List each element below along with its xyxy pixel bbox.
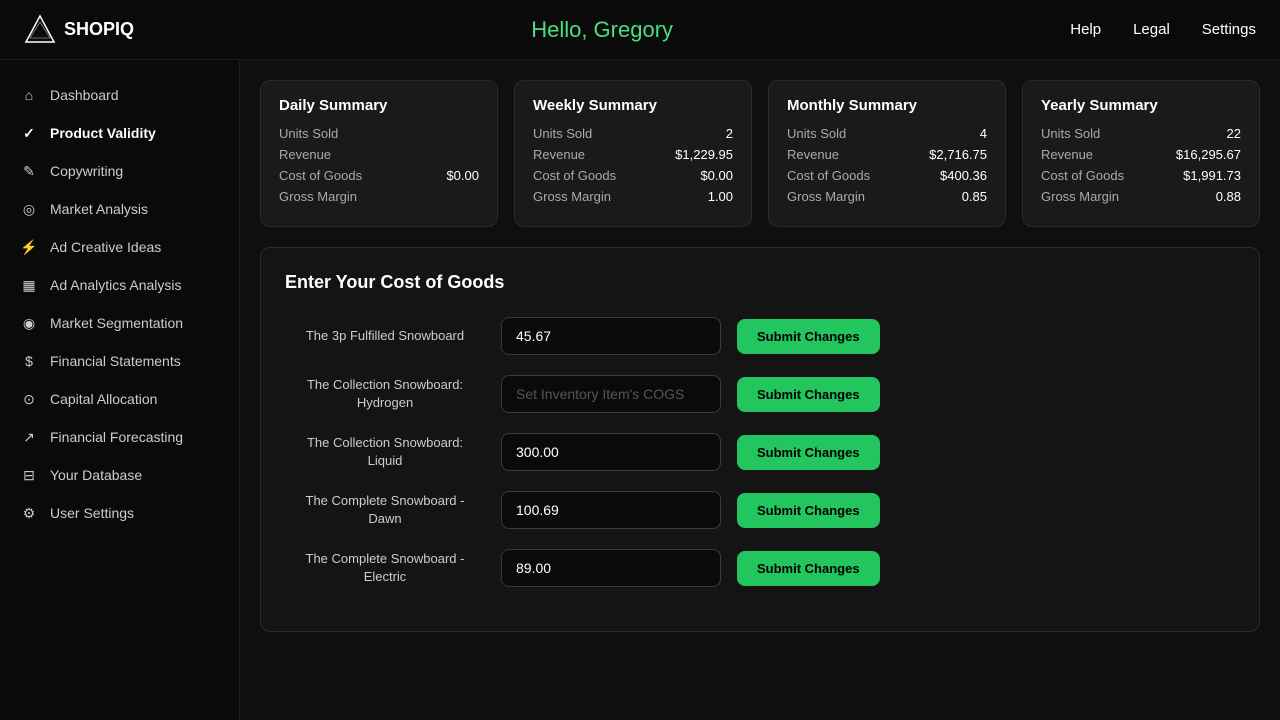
database-icon: ⊟ [20, 466, 38, 484]
sidebar-item-label: Dashboard [50, 87, 119, 103]
sidebar-item-label: Ad Analytics Analysis [50, 277, 182, 293]
sidebar-item-market-analysis[interactable]: ◎ Market Analysis [0, 190, 239, 228]
cog-row-electric: The Complete Snowboard -Electric Submit … [285, 549, 1235, 587]
logo-icon [24, 14, 56, 46]
cog-input-hydrogen[interactable] [501, 375, 721, 413]
cog-row-3p-fulfilled: The 3p Fulfilled Snowboard Submit Change… [285, 317, 1235, 355]
product-label-3p: The 3p Fulfilled Snowboard [285, 327, 485, 345]
sidebar-item-copywriting[interactable]: ✎ Copywriting [0, 152, 239, 190]
home-icon: ⌂ [20, 86, 38, 104]
sidebar-item-label: Market Segmentation [50, 315, 183, 331]
cog-title: Enter Your Cost of Goods [285, 272, 1235, 293]
weekly-summary-card: Weekly Summary Units Sold2 Revenue$1,229… [514, 80, 752, 227]
product-label-electric: The Complete Snowboard -Electric [285, 550, 485, 586]
cog-row-hydrogen: The Collection Snowboard:Hydrogen Submit… [285, 375, 1235, 413]
sidebar: ⌂ Dashboard ✓ Product Validity ✎ Copywri… [0, 60, 240, 720]
submit-btn-electric[interactable]: Submit Changes [737, 551, 880, 586]
sidebar-item-label: User Settings [50, 505, 134, 521]
yearly-summary-card: Yearly Summary Units Sold22 Revenue$16,2… [1022, 80, 1260, 227]
main-content: Daily Summary Units Sold Revenue Cost of… [240, 60, 1280, 720]
submit-btn-hydrogen[interactable]: Submit Changes [737, 377, 880, 412]
help-link[interactable]: Help [1070, 21, 1101, 38]
submit-btn-3p[interactable]: Submit Changes [737, 319, 880, 354]
monthly-summary-card: Monthly Summary Units Sold4 Revenue$2,71… [768, 80, 1006, 227]
logo-text: SHOPIQ [64, 19, 134, 40]
sidebar-item-financial-statements[interactable]: $ Financial Statements [0, 342, 239, 380]
summary-cards: Daily Summary Units Sold Revenue Cost of… [260, 80, 1260, 227]
daily-summary-title: Daily Summary [279, 97, 479, 114]
sidebar-item-your-database[interactable]: ⊟ Your Database [0, 456, 239, 494]
daily-summary-card: Daily Summary Units Sold Revenue Cost of… [260, 80, 498, 227]
sidebar-item-label: Ad Creative Ideas [50, 239, 161, 255]
sidebar-item-market-segmentation[interactable]: ◉ Market Segmentation [0, 304, 239, 342]
weekly-summary-title: Weekly Summary [533, 97, 733, 114]
monthly-summary-title: Monthly Summary [787, 97, 987, 114]
sidebar-item-ad-creative-ideas[interactable]: ⚡ Ad Creative Ideas [0, 228, 239, 266]
product-label-dawn: The Complete Snowboard -Dawn [285, 492, 485, 528]
cog-section: Enter Your Cost of Goods The 3p Fulfille… [260, 247, 1260, 632]
yearly-summary-title: Yearly Summary [1041, 97, 1241, 114]
sidebar-item-ad-analytics[interactable]: ▦ Ad Analytics Analysis [0, 266, 239, 304]
top-nav: SHOPIQ Hello, Gregory Help Legal Setting… [0, 0, 1280, 60]
sidebar-item-label: Copywriting [50, 163, 123, 179]
logo: SHOPIQ [24, 14, 134, 46]
sidebar-item-user-settings[interactable]: ⚙ User Settings [0, 494, 239, 532]
cog-row-dawn: The Complete Snowboard -Dawn Submit Chan… [285, 491, 1235, 529]
check-icon: ✓ [20, 124, 38, 142]
sidebar-item-label: Financial Forecasting [50, 429, 183, 445]
sidebar-item-capital-allocation[interactable]: ⊙ Capital Allocation [0, 380, 239, 418]
sidebar-item-label: Financial Statements [50, 353, 181, 369]
briefcase-icon: ⊙ [20, 390, 38, 408]
sidebar-item-product-validity[interactable]: ✓ Product Validity [0, 114, 239, 152]
submit-btn-dawn[interactable]: Submit Changes [737, 493, 880, 528]
dollar-icon: $ [20, 352, 38, 370]
product-label-liquid: The Collection Snowboard:Liquid [285, 434, 485, 470]
segment-icon: ◉ [20, 314, 38, 332]
submit-btn-liquid[interactable]: Submit Changes [737, 435, 880, 470]
legal-link[interactable]: Legal [1133, 21, 1170, 38]
sidebar-item-dashboard[interactable]: ⌂ Dashboard [0, 76, 239, 114]
sidebar-item-label: Product Validity [50, 125, 156, 141]
pencil-icon: ✎ [20, 162, 38, 180]
top-nav-links: Help Legal Settings [1070, 21, 1256, 38]
cog-row-liquid: The Collection Snowboard:Liquid Submit C… [285, 433, 1235, 471]
sidebar-item-label: Capital Allocation [50, 391, 157, 407]
bar-chart-icon: ▦ [20, 276, 38, 294]
greeting: Hello, Gregory [531, 17, 673, 43]
cog-input-3p[interactable] [501, 317, 721, 355]
product-label-hydrogen: The Collection Snowboard:Hydrogen [285, 376, 485, 412]
rocket-icon: ⚡ [20, 238, 38, 256]
sidebar-item-label: Market Analysis [50, 201, 148, 217]
trending-up-icon: ↗ [20, 428, 38, 446]
sidebar-item-financial-forecasting[interactable]: ↗ Financial Forecasting [0, 418, 239, 456]
sidebar-item-label: Your Database [50, 467, 142, 483]
target-icon: ◎ [20, 200, 38, 218]
gear-icon: ⚙ [20, 504, 38, 522]
cog-input-liquid[interactable] [501, 433, 721, 471]
cog-input-dawn[interactable] [501, 491, 721, 529]
settings-link[interactable]: Settings [1202, 21, 1256, 38]
cog-input-electric[interactable] [501, 549, 721, 587]
